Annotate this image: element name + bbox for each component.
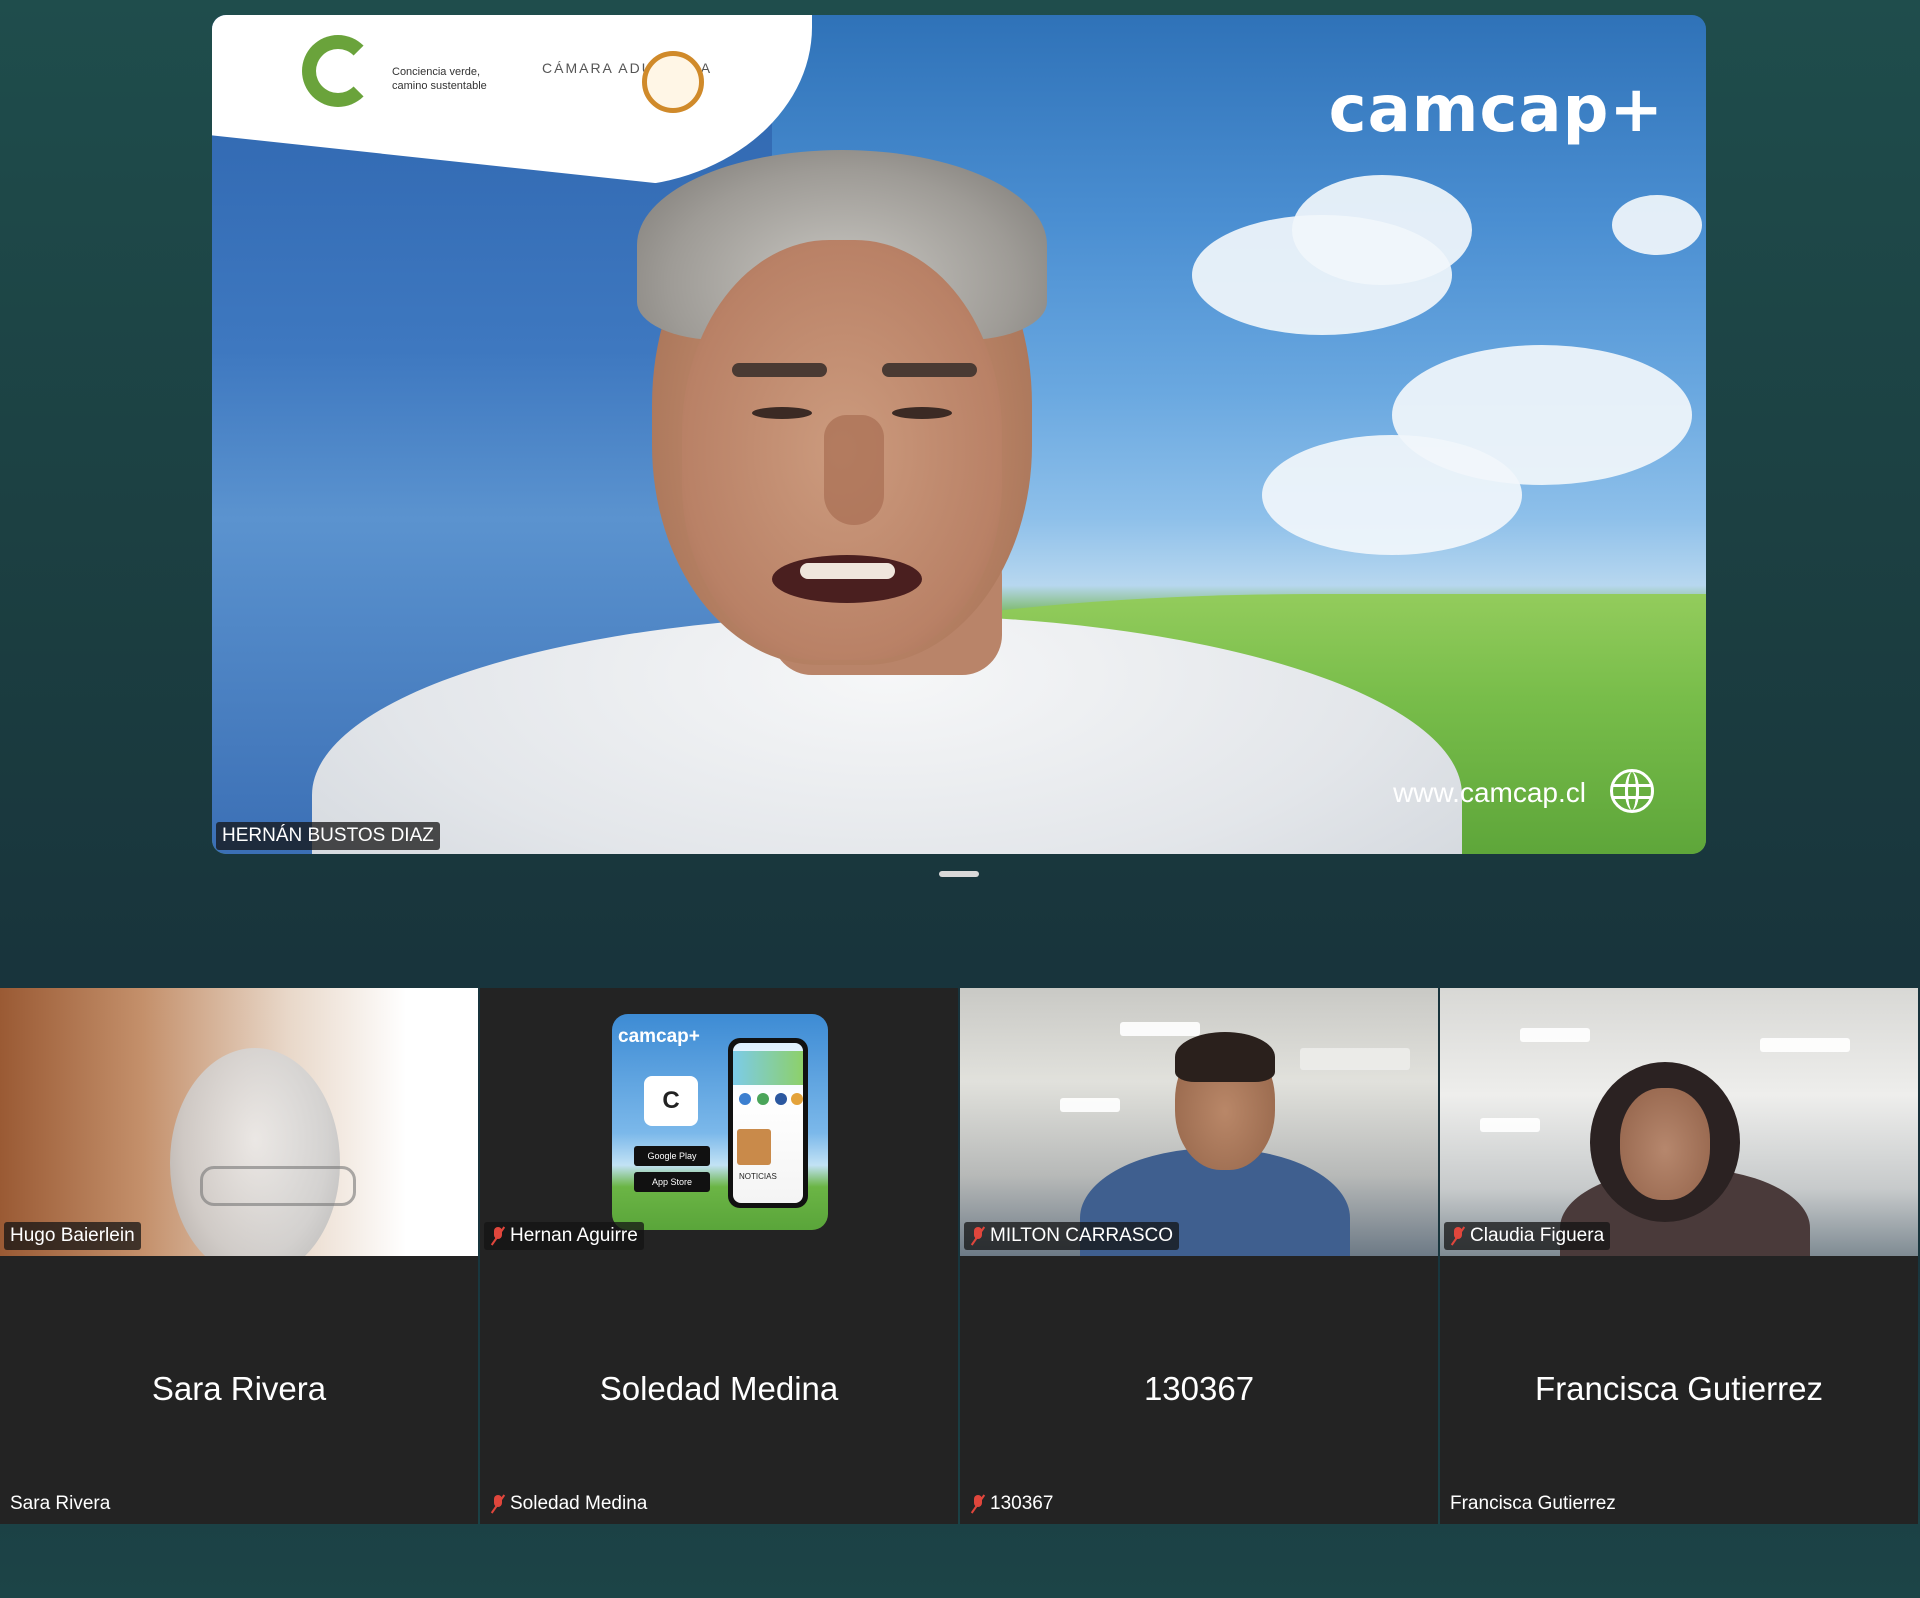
phone-mockup: NOTICIAS bbox=[728, 1038, 808, 1208]
mic-off-icon bbox=[490, 1495, 506, 1513]
app-menu-icon bbox=[739, 1093, 751, 1105]
participant-tile-milton[interactable]: MILTON CARRASCO bbox=[960, 988, 1438, 1256]
participant-tile-soledad[interactable]: Soledad Medina Soledad Medina bbox=[480, 1256, 958, 1524]
participant-tile-claudia[interactable]: Claudia Figuera bbox=[1440, 988, 1918, 1256]
participant-glasses bbox=[200, 1166, 356, 1206]
app-logo-icon: C bbox=[644, 1076, 698, 1126]
google-play-badge: Google Play bbox=[634, 1146, 710, 1166]
participant-hair bbox=[1175, 1032, 1275, 1082]
participant-name-tag: Hernan Aguirre bbox=[484, 1222, 644, 1250]
cloud bbox=[1292, 175, 1472, 285]
participant-head bbox=[1620, 1088, 1710, 1200]
camcap-app-card: camcap+ C Google Play App Store NOTICIAS bbox=[612, 1014, 828, 1230]
phone-noticias: NOTICIAS bbox=[739, 1172, 777, 1181]
participant-tile-sara[interactable]: Sara Rivera Sara Rivera bbox=[0, 1256, 478, 1524]
participant-tile-130367[interactable]: 130367 130367 bbox=[960, 1256, 1438, 1524]
participant-name-tag: Francisca Gutierrez bbox=[1450, 1493, 1616, 1514]
ceiling-light bbox=[1060, 1098, 1120, 1112]
app-menu-icon bbox=[775, 1093, 787, 1105]
speaker-brow bbox=[882, 363, 977, 377]
participant-name-tag: Hugo Baierlein bbox=[4, 1222, 141, 1250]
phone-banner bbox=[733, 1051, 803, 1085]
app-menu-icon bbox=[757, 1093, 769, 1105]
app-menu-icon bbox=[791, 1093, 803, 1105]
cloud bbox=[1262, 435, 1522, 555]
participant-display-name: Francisca Gutierrez bbox=[1535, 1370, 1823, 1407]
globe-icon bbox=[1610, 769, 1654, 813]
participant-tile-francisca[interactable]: Francisca Gutierrez Francisca Gutierrez bbox=[1440, 1256, 1918, 1524]
speaker-eye bbox=[892, 407, 952, 419]
ceiling-light bbox=[1480, 1118, 1540, 1132]
participant-tile-hernan-aguirre[interactable]: camcap+ C Google Play App Store NOTICIAS… bbox=[480, 988, 958, 1256]
participant-display-name: Soledad Medina bbox=[599, 1370, 839, 1407]
app-brand: camcap+ bbox=[618, 1026, 700, 1047]
participant-tile-hugo[interactable]: Hugo Baierlein bbox=[0, 988, 478, 1256]
resize-handle[interactable] bbox=[939, 871, 979, 877]
logo-left-text: Conciencia verde, camino sustentable bbox=[392, 66, 487, 92]
app-store-badge: App Store bbox=[634, 1172, 710, 1192]
cloud bbox=[1612, 195, 1702, 255]
ceiling-light bbox=[1520, 1028, 1590, 1042]
website-url: www.camcap.cl bbox=[1393, 777, 1586, 808]
speaker-brow bbox=[732, 363, 827, 377]
participant-display-name: 130367 bbox=[1143, 1370, 1255, 1407]
participant-name: MILTON CARRASCO bbox=[990, 1225, 1173, 1246]
participant-name: Hernan Aguirre bbox=[510, 1225, 638, 1246]
participant-name-tag: 130367 bbox=[964, 1490, 1059, 1518]
mic-off-icon bbox=[1450, 1227, 1466, 1245]
speaker-eye bbox=[752, 407, 812, 419]
speaker-teeth bbox=[800, 563, 895, 579]
ceiling-light bbox=[1760, 1038, 1850, 1052]
participant-name: 130367 bbox=[990, 1493, 1054, 1514]
conciencia-verde-logo-icon bbox=[302, 35, 374, 107]
participant-name-tag: MILTON CARRASCO bbox=[964, 1222, 1179, 1250]
mic-off-icon bbox=[490, 1227, 506, 1245]
mic-off-icon bbox=[970, 1227, 986, 1245]
camara-aduanera-seal-icon bbox=[642, 51, 704, 113]
speaker-nose bbox=[824, 415, 884, 525]
participant-name-tag: Soledad Medina bbox=[484, 1490, 653, 1518]
participant-name-tag: Sara Rivera bbox=[10, 1493, 111, 1514]
ceiling-light bbox=[1120, 1022, 1200, 1036]
mic-off-icon bbox=[970, 1495, 986, 1513]
active-speaker-video[interactable]: Conciencia verde, camino sustentable CÁM… bbox=[212, 15, 1706, 854]
brand-logo: camcap+ bbox=[1328, 73, 1664, 147]
participant-display-name: Sara Rivera bbox=[151, 1370, 327, 1407]
air-conditioner bbox=[1300, 1048, 1410, 1070]
participant-name: Soledad Medina bbox=[510, 1493, 648, 1514]
speaker-name-tag: HERNÁN BUSTOS DIAZ bbox=[216, 822, 440, 850]
participant-name-tag: Claudia Figuera bbox=[1444, 1222, 1611, 1250]
phone-news-photo bbox=[737, 1129, 771, 1165]
participant-name: Claudia Figuera bbox=[1470, 1225, 1605, 1246]
